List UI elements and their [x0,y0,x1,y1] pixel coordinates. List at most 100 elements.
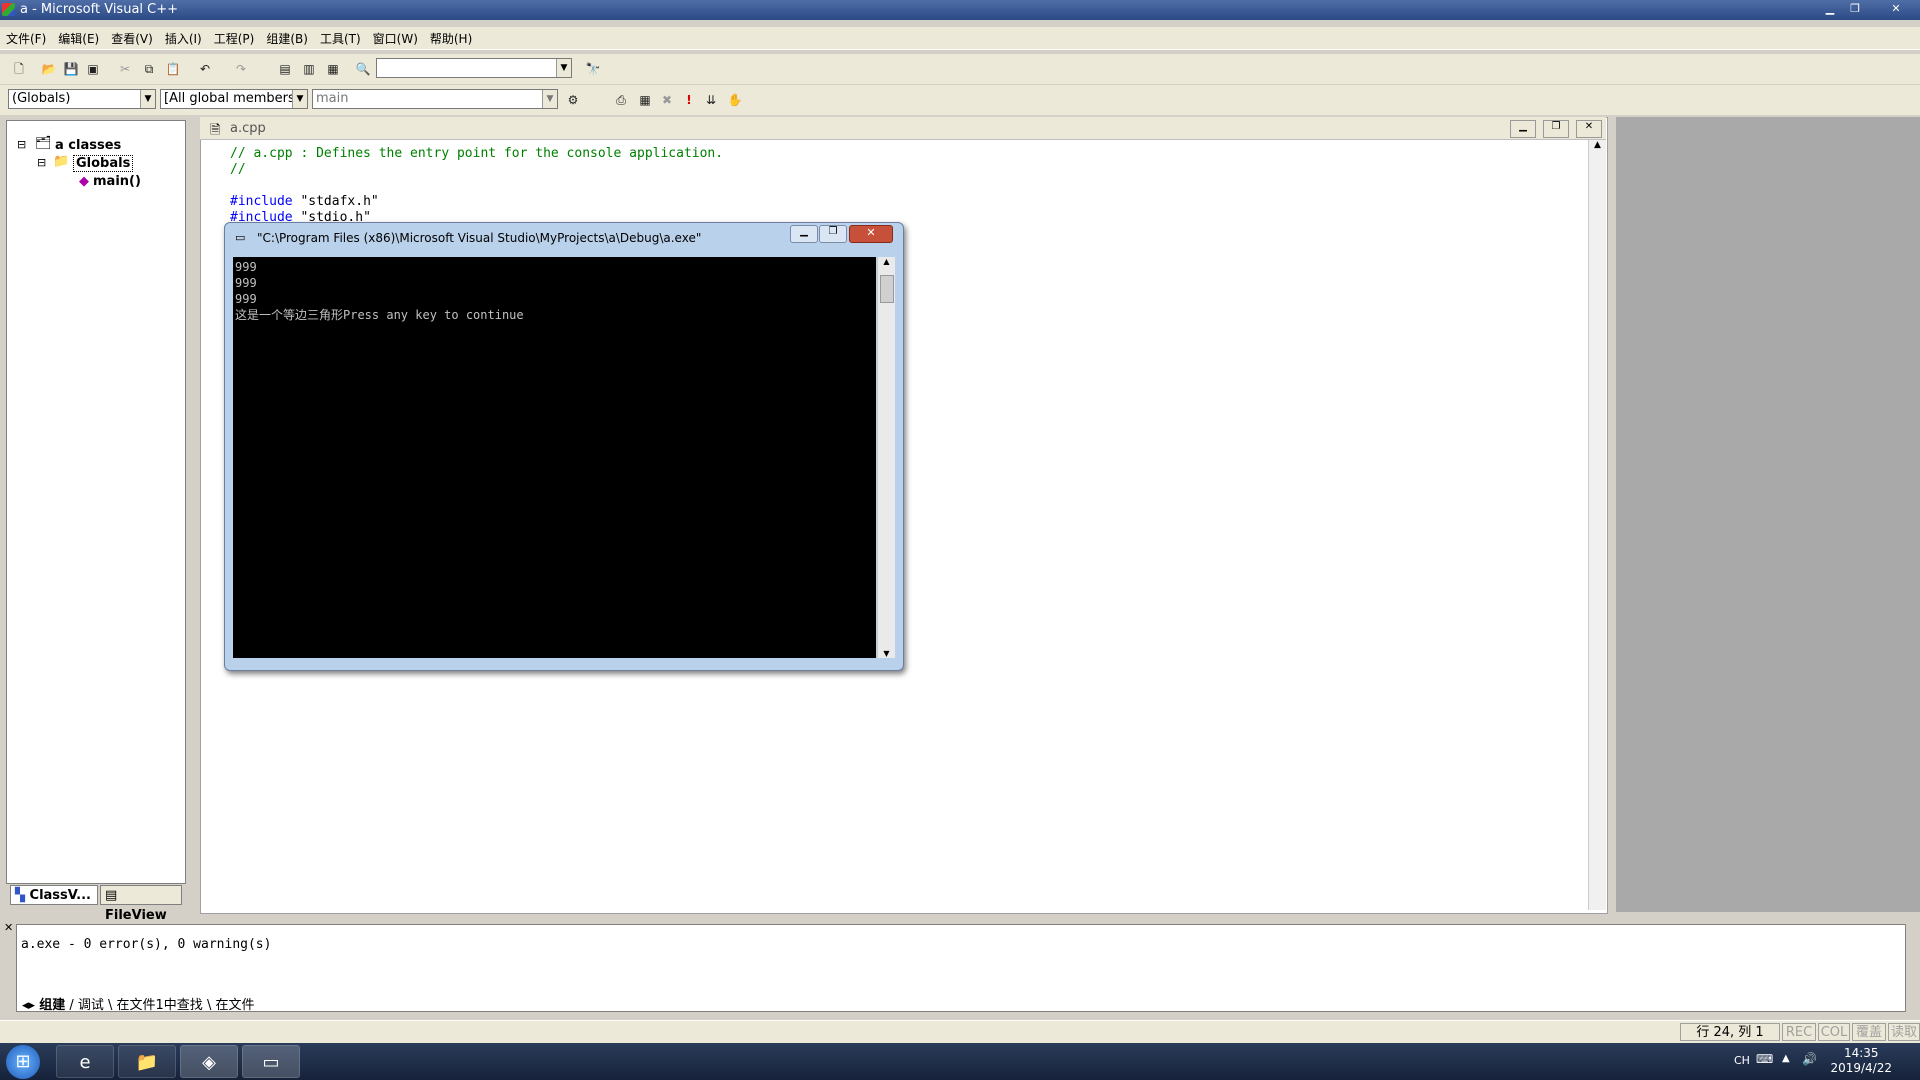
console-window[interactable]: ▭ "C:\Program Files (x86)\Microsoft Visu… [224,222,904,671]
standard-toolbar: 🗋 📂 💾 ▣ ✂ ⧉ 📋 ↶ ↷ ▤ ▥ ▦ 🔍 ▼ 🔭 [0,54,1920,84]
scroll-up-icon[interactable]: ▲ [1589,140,1606,150]
copy-icon[interactable]: ⧉ [140,60,158,78]
members-combo-value: [All global members [164,91,295,106]
wizard-action-icon[interactable]: ⚙ [564,91,582,109]
window-list-icon[interactable]: ▦ [324,60,342,78]
code-area[interactable]: // a.cpp : Defines the entry point for t… [230,146,723,226]
go-icon[interactable]: ⇊ [702,91,720,109]
close-button[interactable]: ✕ [1880,1,1912,17]
output-close-icon[interactable]: ✕ [4,921,13,934]
paste-icon[interactable]: 📋 [164,60,182,78]
tab-build[interactable]: 组建 [39,998,65,1013]
app-icon[interactable] [2,3,15,16]
tree-globals[interactable]: Globals [73,155,134,172]
open-folder-icon[interactable]: 📂 [40,60,58,78]
tab-fileview[interactable]: ▤ FileView [100,885,182,923]
clock[interactable]: 14:35 2019/4/22 [1830,1046,1892,1076]
chevron-down-icon[interactable]: ▼ [556,59,571,77]
tab-debug[interactable]: 调试 [78,998,104,1013]
console-scrollbar[interactable]: ▲ ▼ [877,257,895,658]
output-toggle-icon[interactable]: ▥ [300,60,318,78]
menu-file[interactable]: 文件(F) [0,27,52,47]
code-line: #include "stdafx.h" [230,194,379,209]
find-in-files-icon[interactable]: 🔍 [354,60,372,78]
cursor-position: 行 24, 列 1 [1680,1023,1780,1041]
console-output: 999 999 999 这是一个等边三角形Press any key to co… [233,257,876,658]
execute-icon[interactable]: ! [680,91,698,109]
console-close-button[interactable]: ✕ [849,225,893,243]
chevron-down-icon[interactable]: ▼ [292,90,307,108]
language-indicator[interactable]: CH [1734,1054,1750,1067]
workspace-toggle-icon[interactable]: ▤ [276,60,294,78]
breakpoint-hand-icon[interactable]: ✋ [726,91,744,109]
menu-view[interactable]: 查看(V) [105,27,159,47]
save-icon[interactable]: 💾 [62,60,80,78]
console-minimize-button[interactable]: ▁ [790,225,818,243]
function-combo[interactable]: main ▼ [312,89,558,109]
menu-insert[interactable]: 插入(I) [159,27,208,47]
tab-find-in-files-2[interactable]: 在文件 [215,998,254,1013]
menu-tools[interactable]: 工具(T) [314,27,367,47]
title-bar: a - Microsoft Visual C++ ▁ ❐ ✕ [0,0,1920,20]
chevron-down-icon[interactable]: ▼ [140,90,155,108]
start-button[interactable]: ⊞ [6,1045,40,1079]
menu-edit[interactable]: 编辑(E) [52,27,105,47]
taskbar: ⊞ e 📁 ◈ ▭ CH ⌨ ▲ 🔊 14:35 2019/4/22 [0,1043,1920,1080]
menu-project[interactable]: 工程(P) [208,27,261,47]
save-all-icon[interactable]: ▣ [84,60,102,78]
chevron-down-icon[interactable]: ▼ [542,90,557,108]
scroll-down-icon[interactable]: ▼ [878,649,895,658]
explorer-taskbar-icon[interactable]: 📁 [118,1045,176,1078]
fileview-icon: ▤ [105,888,118,903]
compile-icon[interactable]: ⎙ [612,91,630,109]
keyboard-icon[interactable]: ⌨ [1756,1052,1773,1066]
ovr-indicator: 覆盖 [1852,1023,1886,1041]
window-title: a - Microsoft Visual C++ [20,2,179,17]
menu-bar: 文件(F) 编辑(E) 查看(V) 插入(I) 工程(P) 组建(B) 工具(T) 窗口(W)… [0,27,1920,50]
new-file-icon[interactable]: 🗋 [10,60,28,78]
status-bar: 行 24, 列 1 REC COL 覆盖 读取 [0,1020,1920,1043]
cut-icon[interactable]: ✂ [116,60,134,78]
minimize-button[interactable]: ▁ [1818,1,1842,17]
editor-scrollbar[interactable]: ▲ [1588,140,1606,910]
stop-build-icon[interactable]: ✖ [658,91,676,109]
console-restore-button[interactable]: ❐ [819,225,847,243]
ie-taskbar-icon[interactable]: e [56,1045,114,1078]
editor-minimize-button[interactable]: ▁ [1510,120,1536,138]
vc-taskbar-icon[interactable]: ◈ [180,1045,238,1078]
tray-expand-icon[interactable]: ▲ [1782,1053,1790,1064]
tab-classview[interactable]: ▚ ClassV... [10,885,98,905]
console-taskbar-icon[interactable]: ▭ [242,1045,300,1078]
classview-icon: ▚ [15,888,30,903]
wizard-bar: (Globals) ▼ [All global members ▼ main ▼ ⚙ … [0,85,1920,115]
tree-main[interactable]: main() [93,174,141,189]
menu-help[interactable]: 帮助(H) [424,27,478,47]
volume-icon[interactable]: 🔊 [1802,1052,1817,1066]
collapse-icon[interactable]: ⊟ [37,156,46,169]
members-combo[interactable]: [All global members ▼ [160,89,308,109]
redo-icon[interactable]: ↷ [232,60,250,78]
scroll-up-icon[interactable]: ▲ [878,257,895,266]
build-result: a.exe - 0 error(s), 0 warning(s) [21,937,272,952]
editor-restore-button[interactable]: ❐ [1543,120,1569,138]
workspace-tabs: ▚ ClassV... ▤ FileView [6,885,186,923]
collapse-icon[interactable]: ⊟ [17,138,26,151]
menu-window[interactable]: 窗口(W) [367,27,424,47]
undo-icon[interactable]: ↶ [196,60,214,78]
tree-root[interactable]: a classes [55,138,121,153]
scope-combo[interactable]: (Globals) ▼ [8,89,156,109]
document-icon: 🗎 [210,123,221,138]
restore-button[interactable]: ❐ [1843,1,1867,17]
find-icon[interactable]: 🔭 [584,60,602,78]
menu-build[interactable]: 组建(B) [260,27,314,47]
scroll-thumb[interactable] [880,275,894,303]
build-icon[interactable]: ▦ [636,91,654,109]
find-combo[interactable]: ▼ [376,58,572,78]
tab-nav-arrows[interactable]: ◂▸ [22,998,39,1013]
rec-indicator: REC [1782,1023,1816,1041]
mdi-background [1616,117,1920,912]
classes-icon: 🗂 [35,136,52,151]
clock-time: 14:35 [1843,1046,1879,1060]
tab-find-in-files-1[interactable]: 在文件1中查找 [117,998,203,1013]
editor-close-button[interactable]: ✕ [1576,120,1602,138]
